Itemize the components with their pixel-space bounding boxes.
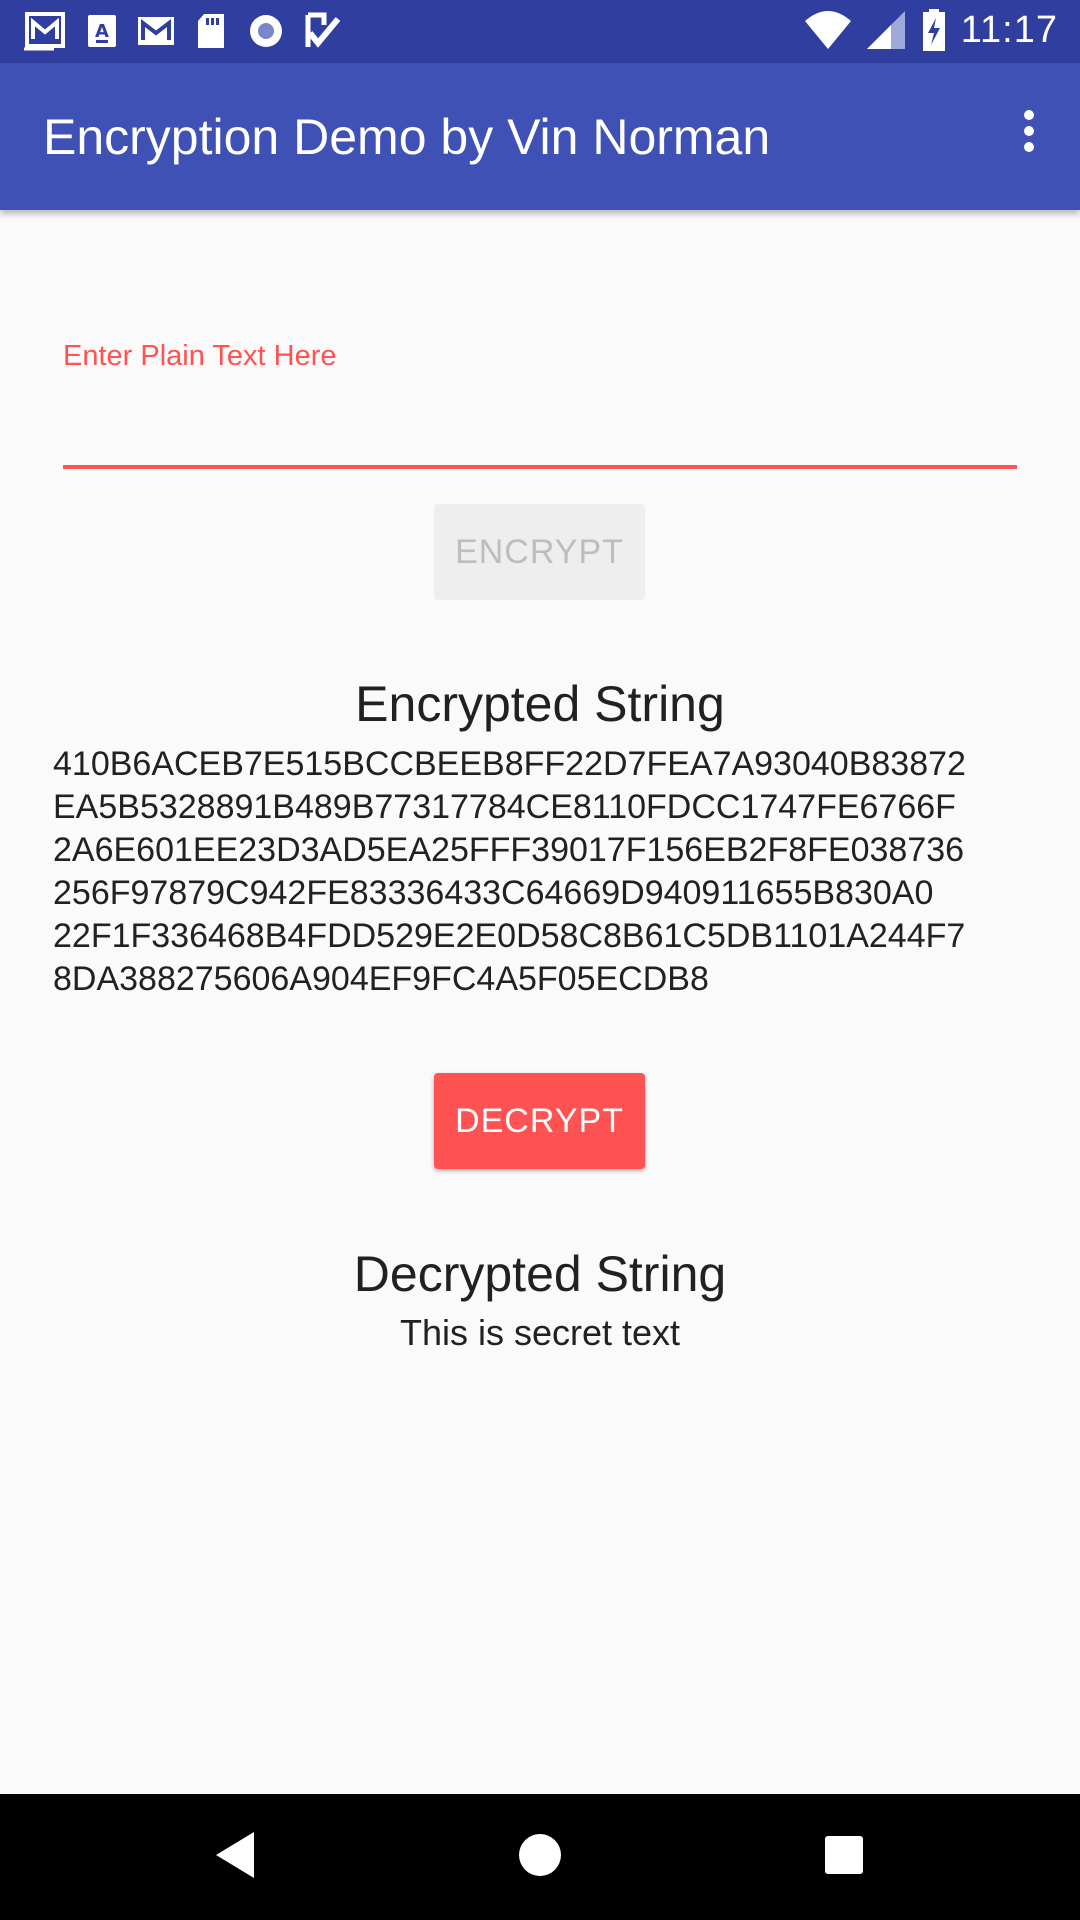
home-icon: [517, 1832, 563, 1883]
wifi-icon: [803, 9, 853, 51]
cipher-line: 22F1F336468B4FDD529E2E0D58C8B61C5DB1101A…: [53, 917, 966, 955]
cipher-line: 8DA388275606A904EF9FC4A5F05ECDB8: [53, 960, 709, 998]
plain-text-input[interactable]: [63, 392, 1017, 462]
app-title: Encryption Demo by Vin Norman: [43, 109, 771, 165]
overflow-menu-button[interactable]: [998, 93, 1060, 173]
check-icon: [304, 11, 344, 51]
encrypted-string-value: 410B6ACEB7E515BCCBEEB8FF22D7FEA7A93040B8…: [53, 743, 1033, 1001]
more-vert-icon: [1021, 109, 1037, 158]
decrypted-string-heading: Decrypted String: [353, 1246, 727, 1302]
cipher-line: 410B6ACEB7E515BCCBEEB8FF22D7FEA7A93040B8…: [53, 745, 966, 783]
status-time: 11:17: [960, 8, 1058, 51]
gmail-icon: [24, 11, 68, 51]
back-button[interactable]: [203, 1824, 269, 1890]
cipher-line: 2A6E601EE23D3AD5EA25FFF39017F156EB2F8FE0…: [53, 831, 965, 869]
record-icon: [246, 11, 286, 51]
home-button[interactable]: [507, 1824, 573, 1890]
notification-icons: A: [24, 11, 344, 51]
screen: A 11:17 Encryption Demo by Vin Norman En…: [0, 0, 1080, 1920]
gmail-icon: [136, 11, 176, 51]
status-bar: A 11:17: [0, 0, 1080, 63]
app-bar: Encryption Demo by Vin Norman: [0, 63, 1080, 210]
input-underline: [63, 465, 1017, 469]
decrypted-string-value: This is secret text: [399, 1312, 681, 1353]
cipher-line: 256F97879C942FE83336433C64669D940911655B…: [53, 874, 934, 912]
encrypted-string-heading: Encrypted String: [355, 676, 725, 732]
decrypt-button[interactable]: DECRYPT: [434, 1073, 645, 1169]
encrypt-button[interactable]: ENCRYPT: [434, 504, 645, 600]
back-icon: [214, 1830, 258, 1885]
system-status: 11:17: [803, 8, 1058, 52]
cipher-line: EA5B5328891B489B77317784CE8110FDCC1747FE…: [53, 788, 956, 826]
navigation-bar: [0, 1794, 1080, 1920]
recents-icon: [823, 1834, 865, 1881]
battery-charging-icon: [921, 8, 947, 52]
plain-text-input-label: Enter Plain Text Here: [63, 340, 337, 372]
sd-card-icon: [194, 11, 228, 51]
svg-text:A: A: [95, 21, 109, 42]
signal-icon: [866, 9, 907, 51]
plain-text-input-container: Enter Plain Text Here: [63, 340, 1017, 470]
recents-button[interactable]: [811, 1824, 877, 1890]
font-app-icon: A: [86, 11, 118, 51]
